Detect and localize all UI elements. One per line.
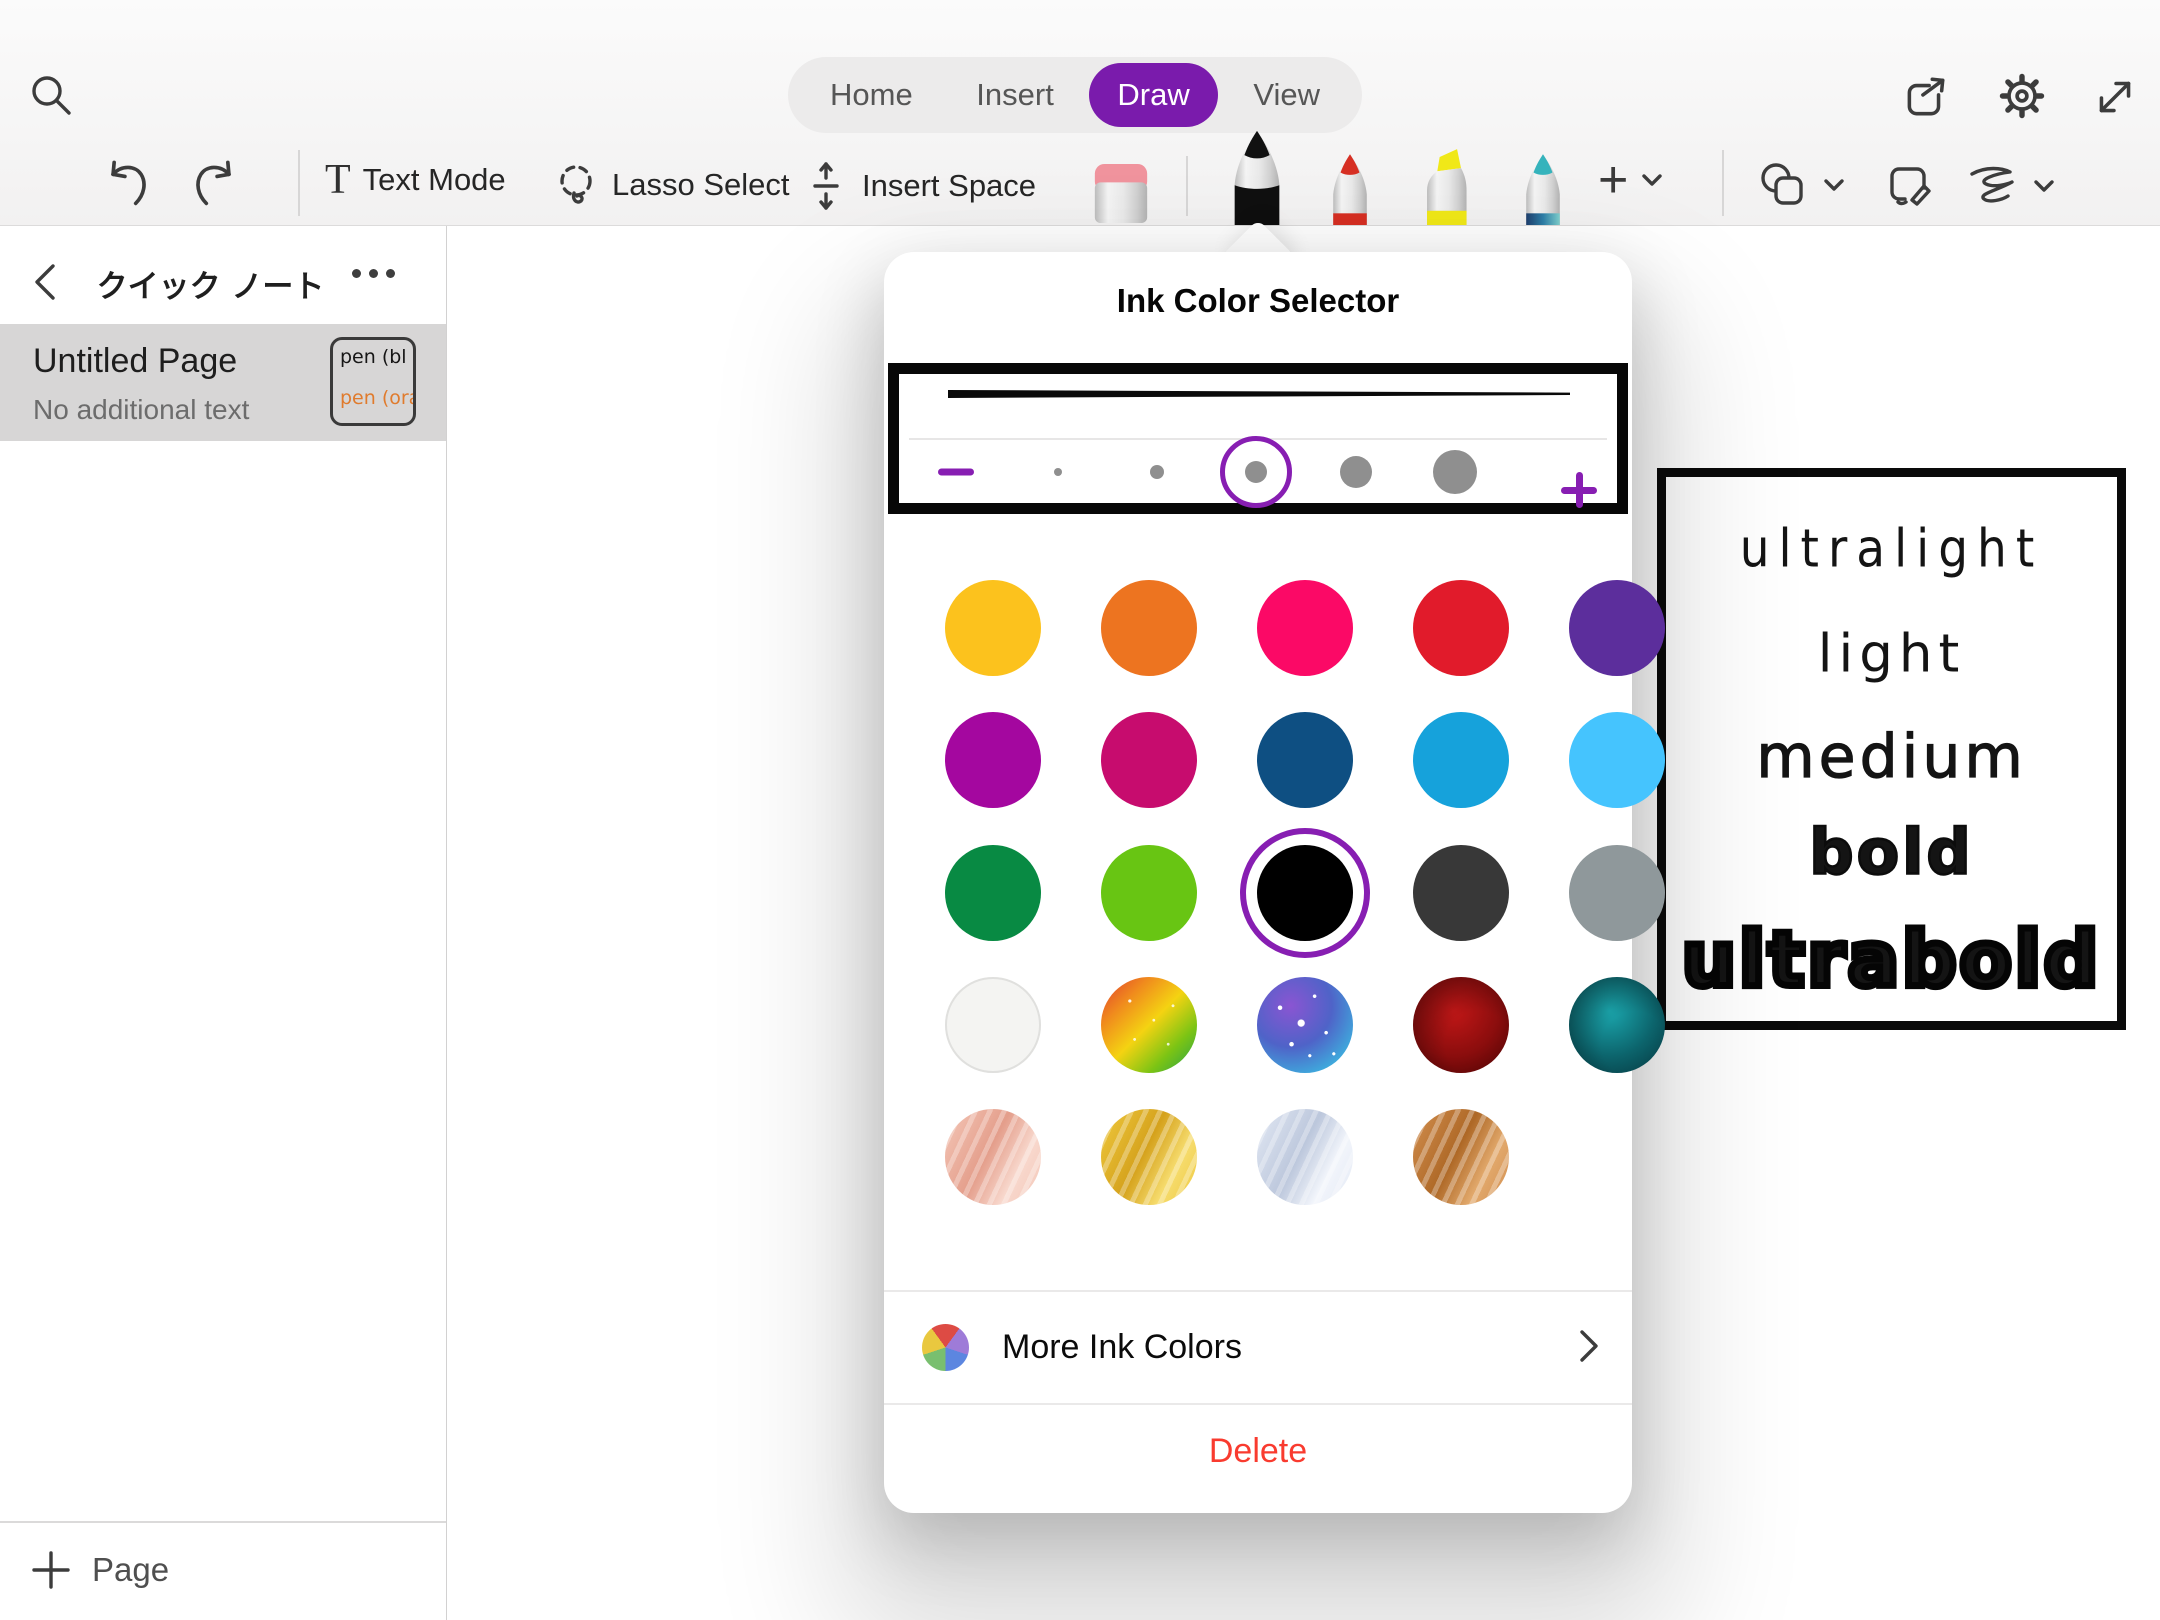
notebook-title: クイック ノート	[70, 261, 351, 306]
shapes-icon	[1756, 158, 1810, 212]
swatch-black[interactable]	[1257, 845, 1353, 941]
swatch-red[interactable]	[1413, 580, 1509, 676]
top-toolbar: HomeInsertDrawView	[0, 0, 2160, 226]
more-options-icon[interactable]	[352, 269, 395, 278]
swatch-galaxy[interactable]	[1257, 977, 1353, 1073]
color-wheel-icon	[922, 1324, 969, 1371]
delete-button[interactable]: Delete	[884, 1432, 1632, 1471]
swatch-ocean[interactable]	[1569, 977, 1665, 1073]
swatch-gold[interactable]	[1101, 1109, 1197, 1205]
swatch-lime-green[interactable]	[1101, 845, 1197, 941]
undo-icon[interactable]	[100, 156, 152, 212]
swatch-green[interactable]	[945, 845, 1041, 941]
swatch-rainbow-glitter[interactable]	[1101, 977, 1197, 1073]
shapes-button[interactable]	[1756, 158, 1846, 212]
chevron-down-icon	[2032, 177, 2056, 195]
plus-icon: +	[1598, 158, 1628, 202]
swatch-sky-blue[interactable]	[1569, 712, 1665, 808]
swatch-dark-gray[interactable]	[1413, 845, 1509, 941]
add-page-button[interactable]: Page	[0, 1521, 446, 1620]
swatch-white[interactable]	[945, 977, 1041, 1073]
eraser-tool[interactable]	[1090, 162, 1152, 224]
thumbnail-ink-text-black: pen (bl	[340, 346, 407, 368]
page-subtitle: No additional text	[33, 394, 249, 426]
swatch-hot-pink[interactable]	[1257, 580, 1353, 676]
ink-replay-button[interactable]	[1964, 162, 2056, 210]
swatch-magenta[interactable]	[945, 712, 1041, 808]
scribble-icon	[1964, 162, 2020, 210]
search-icon[interactable]	[28, 72, 76, 120]
swatch-gray[interactable]	[1569, 845, 1665, 941]
tab-home[interactable]: Home	[802, 63, 941, 127]
divider	[884, 1403, 1632, 1405]
ink-annotate-icon[interactable]	[1884, 160, 1938, 212]
swatch-dark-blue[interactable]	[1257, 712, 1353, 808]
share-icon[interactable]	[1900, 72, 1950, 122]
swatch-cerulean[interactable]	[1413, 712, 1509, 808]
fullscreen-expand-icon[interactable]	[2090, 72, 2140, 122]
ink-sample-ultrabold: ultrabold	[1682, 915, 2101, 1004]
tab-view[interactable]: View	[1225, 63, 1348, 127]
ribbon-tab-bar: HomeInsertDrawView	[788, 57, 1362, 133]
back-chevron-icon[interactable]	[32, 263, 58, 301]
redo-icon[interactable]	[190, 156, 242, 212]
pen-red-tool[interactable]	[1322, 152, 1378, 225]
page-thumbnail: pen (bl pen (ora	[330, 337, 416, 426]
text-mode-icon: T	[325, 160, 351, 200]
plus-icon	[30, 1549, 72, 1591]
tab-draw[interactable]: Draw	[1089, 63, 1217, 127]
ink-sample-bold: bold	[1809, 816, 1974, 889]
more-ink-colors-label: More Ink Colors	[1002, 1328, 1242, 1367]
pen-weight-sample-panel: ultralight light medium bold ultrabold	[1657, 468, 2126, 1030]
insert-space-icon	[802, 160, 850, 212]
swatch-purple[interactable]	[1569, 580, 1665, 676]
add-page-label: Page	[92, 1551, 169, 1589]
insert-space-button[interactable]: Insert Space	[802, 160, 1036, 212]
swatch-raspberry[interactable]	[1101, 712, 1197, 808]
swatch-bronze[interactable]	[1413, 1109, 1509, 1205]
page-list-item-selected[interactable]: Untitled Page No additional text pen (bl…	[0, 324, 446, 441]
chevron-right-icon	[1578, 1328, 1600, 1364]
swatch-silver[interactable]	[1257, 1109, 1353, 1205]
tab-insert[interactable]: Insert	[948, 63, 1082, 127]
lasso-select-button[interactable]: Lasso Select	[552, 160, 790, 210]
swatch-orange[interactable]	[1101, 580, 1197, 676]
add-pen-button[interactable]: +	[1598, 158, 1664, 202]
ink-color-selector-popup: Ink Color Selector More Ink Colors Delet…	[884, 252, 1632, 1513]
lasso-icon	[552, 160, 600, 210]
pencil-teal-tool[interactable]	[1515, 152, 1571, 225]
text-mode-button[interactable]: T Text Mode	[325, 160, 506, 200]
chevron-down-icon	[1640, 171, 1664, 189]
more-ink-colors-button[interactable]: More Ink Colors	[884, 1292, 1632, 1403]
ink-sample-ultralight: ultralight	[1740, 518, 2044, 580]
swatch-garnet[interactable]	[1413, 977, 1509, 1073]
thumbnail-ink-text-orange: pen (ora	[340, 387, 416, 409]
page-title: Untitled Page	[33, 342, 237, 381]
swatch-rose-gold[interactable]	[945, 1109, 1041, 1205]
chevron-down-icon	[1822, 176, 1846, 194]
page-list-sidebar: クイック ノート Untitled Page No additional tex…	[0, 225, 447, 1620]
ink-sample-light: light	[1818, 624, 1965, 685]
swatch-gold-yellow[interactable]	[945, 580, 1041, 676]
ink-sample-medium: medium	[1756, 722, 2027, 792]
settings-gear-icon[interactable]	[1996, 70, 2048, 122]
highlighter-yellow-tool[interactable]	[1408, 146, 1484, 225]
pen-black-tool[interactable]	[1220, 128, 1294, 225]
